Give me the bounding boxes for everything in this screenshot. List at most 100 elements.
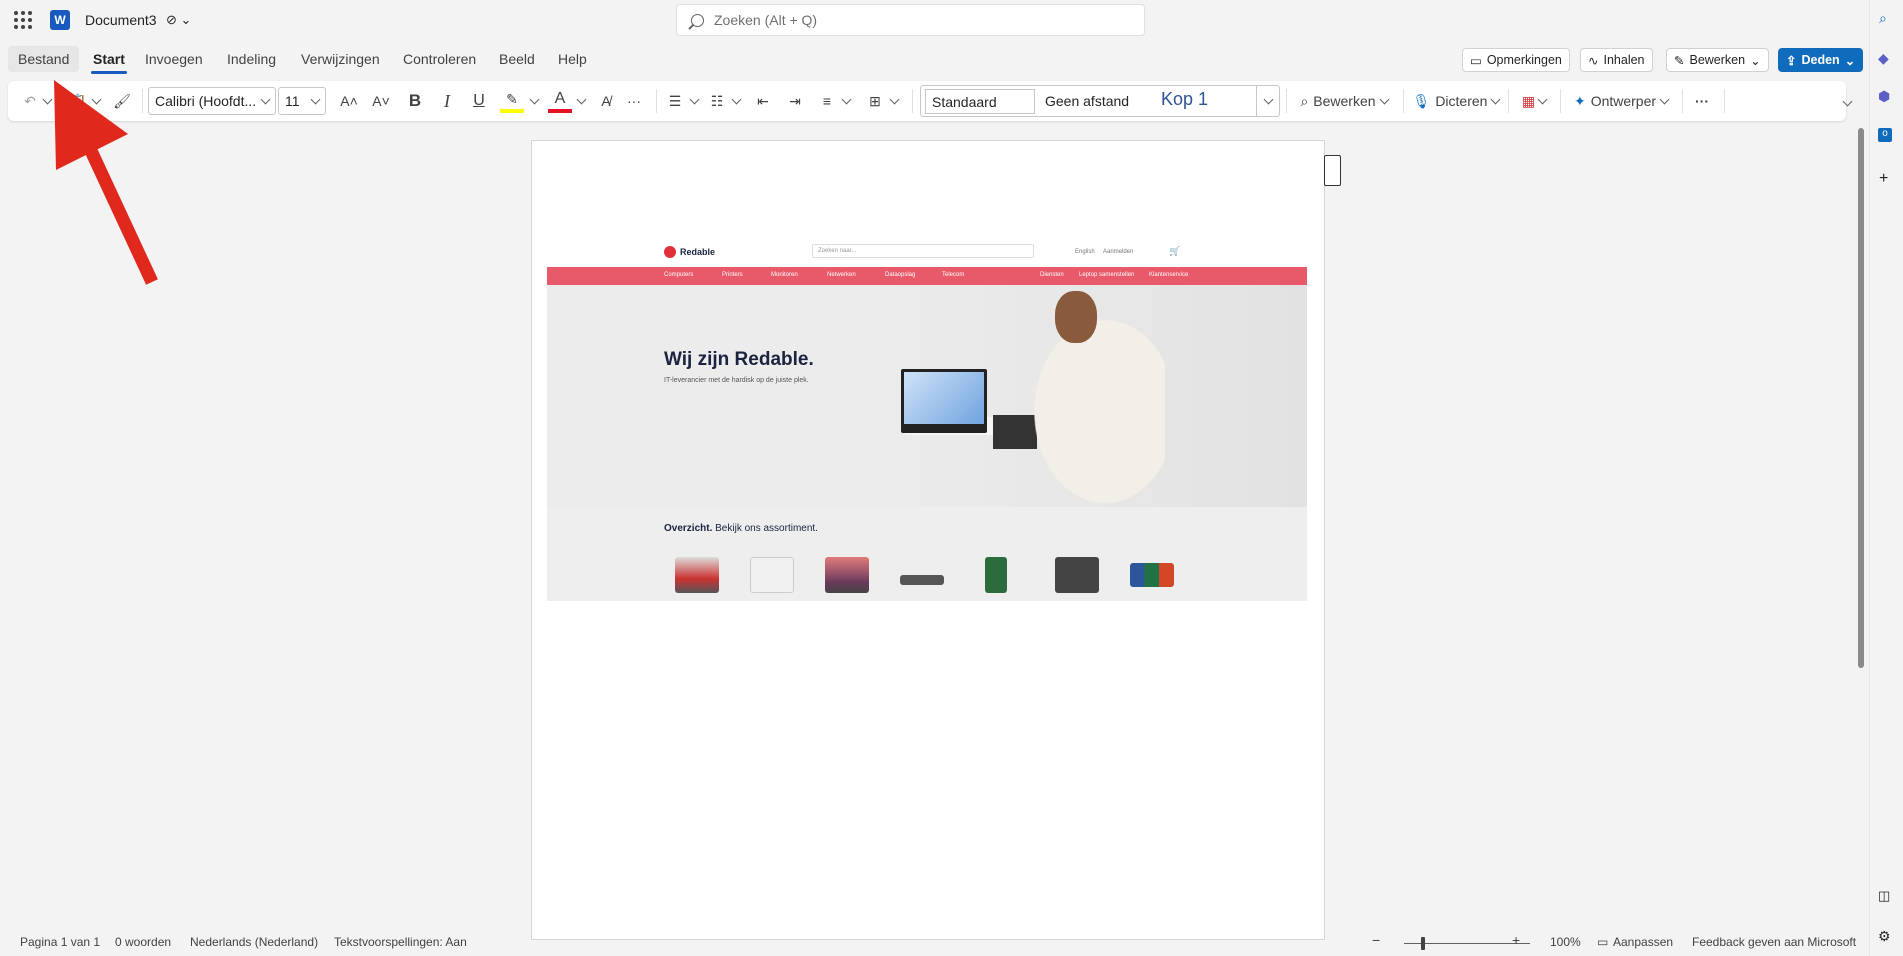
numbering-icon[interactable]: ☷: [706, 89, 728, 113]
document-title[interactable]: Document3: [85, 12, 157, 28]
bold-button[interactable]: B: [404, 89, 426, 113]
microphone-icon: 🎙: [1412, 92, 1431, 109]
clear-format-icon[interactable]: A̸: [595, 89, 617, 113]
share-icon: ⇪: [1786, 53, 1797, 68]
tab-invoegen[interactable]: Invoegen: [143, 51, 205, 67]
tab-help[interactable]: Help: [556, 51, 589, 67]
settings-icon[interactable]: ⚙: [1878, 928, 1891, 945]
word-logo-icon: W: [50, 10, 70, 30]
share-button[interactable]: ⇪ Deden ⌄: [1778, 48, 1864, 72]
more-font-icon[interactable]: ···: [623, 89, 645, 113]
tab-indeling[interactable]: Indeling: [225, 51, 278, 67]
share-label: Deden: [1801, 53, 1840, 67]
zoom-slider-thumb[interactable]: [1421, 937, 1425, 950]
tab-beeld[interactable]: Beeld: [497, 51, 537, 67]
feedback-link[interactable]: Feedback geven aan Microsoft: [1692, 935, 1856, 949]
align-icon[interactable]: ≡: [816, 89, 838, 113]
style-kop-1[interactable]: Kop 1: [1161, 89, 1208, 110]
editing-mode-button[interactable]: ✎ Bewerken ⌄: [1666, 48, 1769, 72]
fit-icon[interactable]: ▭: [1597, 935, 1608, 949]
website-search: Zoeken naar...: [812, 244, 1034, 258]
nav-item: Netwerken: [827, 272, 856, 278]
chevron-down-icon[interactable]: [888, 89, 900, 113]
addins-button[interactable]: ▦: [1516, 89, 1552, 113]
tab-verwijzingen[interactable]: Verwijzingen: [299, 51, 382, 67]
wand-icon: ✦: [1573, 92, 1586, 109]
search-icon[interactable]: ⌕: [1879, 10, 1887, 27]
dictate-button[interactable]: 🎙 Dicteren: [1410, 89, 1502, 113]
more-options-icon[interactable]: ···: [1690, 89, 1714, 113]
search-input[interactable]: Zoeken (Alt + Q): [676, 4, 1145, 36]
find-editing-button[interactable]: ⌕ Bewerken: [1292, 89, 1396, 113]
style-geen-afstand[interactable]: Geen afstand: [1045, 93, 1129, 109]
style-standaard[interactable]: Standaard: [925, 89, 1035, 114]
embedded-website-image[interactable]: Redable Zoeken naar... English Aanmelden…: [547, 237, 1307, 601]
outlook-icon[interactable]: o: [1878, 128, 1892, 142]
font-size-value: 11: [285, 93, 300, 109]
chevron-down-icon[interactable]: [575, 89, 587, 113]
search-placeholder: Zoeken (Alt + Q): [714, 12, 818, 28]
chevron-down-icon[interactable]: [688, 89, 700, 113]
comments-button[interactable]: ▭ Opmerkingen: [1462, 48, 1570, 72]
text-predictions-status[interactable]: Tekstvoorspellingen: Aan: [334, 935, 467, 949]
head-shape: [1055, 291, 1097, 343]
divider: [1508, 89, 1509, 113]
increase-indent-icon[interactable]: ⇥: [784, 89, 806, 113]
font-family-value: Calibri (Hoofdt...: [155, 93, 257, 109]
grid-icon: ▦: [1521, 92, 1536, 109]
ribbon-toolbar: ↶ 📋 🖌 Calibri (Hoofdt... 11 A˄ A˅ B I U …: [8, 81, 1852, 121]
styles-expand-icon[interactable]: [1256, 85, 1280, 117]
add-icon[interactable]: +: [1879, 170, 1888, 188]
phone-thumbnail: [1055, 557, 1099, 593]
panel-icon[interactable]: ◫: [1878, 888, 1890, 904]
harddisk-thumbnail: [985, 557, 1007, 593]
tab-start[interactable]: Start: [91, 51, 127, 74]
overview-bold: Overzicht.: [664, 523, 713, 534]
ribbon-collapse-icon[interactable]: [1840, 91, 1854, 115]
zoom-out-icon[interactable]: −: [1372, 932, 1380, 948]
shrink-font-icon[interactable]: A˅: [370, 89, 392, 113]
word-count[interactable]: 0 woorden: [115, 935, 171, 949]
catchup-button[interactable]: ∿ Inhalen: [1580, 48, 1653, 72]
chevron-down-icon: ⌄: [1750, 53, 1761, 68]
search-icon: ⌕: [1300, 92, 1309, 109]
laptop-thumbnail: [675, 557, 719, 593]
zoom-level[interactable]: 100%: [1550, 935, 1581, 949]
document-page[interactable]: Redable Zoeken naar... English Aanmelden…: [531, 140, 1325, 940]
zoom-in-icon[interactable]: +: [1512, 932, 1520, 948]
grow-font-icon[interactable]: A˄: [338, 89, 360, 113]
vertical-scrollbar[interactable]: [1858, 128, 1864, 668]
copilot-icon[interactable]: ⬢: [1878, 88, 1890, 105]
page-count[interactable]: Pagina 1 van 1: [20, 935, 100, 949]
chevron-down-icon[interactable]: [840, 89, 852, 113]
tab-controleren[interactable]: Controleren: [401, 51, 478, 67]
tag-icon[interactable]: ◆: [1878, 50, 1889, 67]
nav-item: Leptop samenstellen: [1079, 272, 1135, 278]
office-thumbnail: [1130, 563, 1174, 587]
nav-item: Monitoren: [771, 272, 798, 278]
highlight-icon[interactable]: ✎: [500, 89, 524, 113]
saved-status-icon[interactable]: ⊘ ⌄: [166, 12, 191, 28]
font-size-select[interactable]: 11: [278, 87, 326, 115]
designer-button[interactable]: ✦ Ontwerper: [1568, 89, 1674, 113]
text-cursor-box: [1324, 155, 1341, 186]
underline-button[interactable]: U: [468, 89, 490, 113]
nav-item: Diensten: [1040, 272, 1064, 278]
italic-button[interactable]: I: [436, 89, 458, 113]
divider: [1682, 89, 1683, 113]
font-color-icon[interactable]: A: [548, 89, 572, 113]
fit-button[interactable]: Aanpassen: [1613, 935, 1673, 949]
language-status[interactable]: Nederlands (Nederland): [190, 935, 318, 949]
bullets-icon[interactable]: ☰: [664, 89, 686, 113]
app-launcher-icon[interactable]: [14, 11, 32, 29]
dictate-label: Dicteren: [1435, 93, 1488, 109]
divider: [1724, 89, 1725, 113]
tab-bestand[interactable]: Bestand: [8, 46, 80, 72]
activity-icon: ∿: [1588, 53, 1599, 68]
decrease-indent-icon[interactable]: ⇤: [752, 89, 774, 113]
borders-icon[interactable]: ⊞: [864, 89, 886, 113]
chevron-down-icon[interactable]: [730, 89, 742, 113]
chevron-down-icon[interactable]: [528, 89, 540, 113]
undo-icon[interactable]: ↶: [20, 89, 40, 113]
right-rail: ⌕ ◆ ⬢ o + ◫ ⚙: [1869, 0, 1903, 956]
